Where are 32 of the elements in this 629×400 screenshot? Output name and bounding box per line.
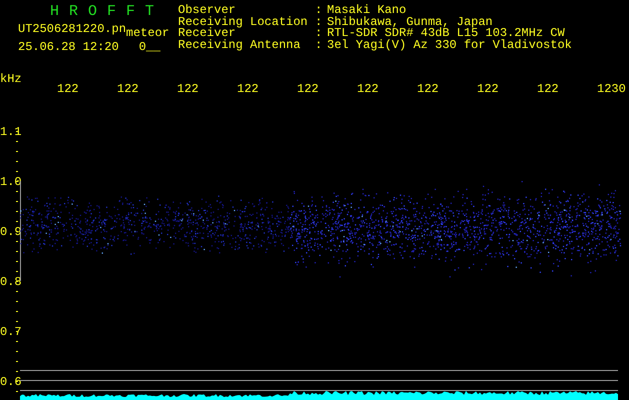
frequency-label: 122 [357, 82, 379, 96]
file-name: UT2506281220.pn [18, 23, 126, 35]
frequency-label: 122 [477, 82, 499, 96]
info-value: Masaki Kano [327, 5, 408, 16]
frequency-label: 1230 [597, 82, 626, 96]
frequency-label: 122 [177, 82, 199, 96]
info-value: RTL-SDR SDR# 43dB L15 103.2MHz CW [327, 28, 565, 40]
detection-count: 0__ [138, 41, 160, 53]
axis-value-label: 1.1 [0, 125, 22, 139]
frequency-label: 122 [237, 82, 259, 96]
mode-label: meteor [126, 27, 170, 39]
timestamp: 25.06.28 12:20 [18, 41, 119, 53]
frequency-label: 122 [537, 82, 559, 96]
axis-unit: kHz [0, 72, 22, 86]
info-separator: : [315, 5, 324, 16]
frequency-label: 122 [117, 82, 139, 96]
frequency-label: 122 [57, 82, 79, 96]
frequency-label: 122 [297, 82, 319, 96]
info-separator: : [315, 28, 324, 40]
axis-value-label: 0.7 [0, 325, 22, 339]
frequency-label: 122 [417, 82, 439, 96]
info-value: 3el Yagi(V) Az 330 for Vladivostok [327, 40, 572, 51]
app-title: H R O F F T [49, 4, 156, 20]
info-label: Observer [178, 5, 236, 16]
axis-value-label: 0.6 [0, 375, 22, 389]
info-label: Receiving Antenna [178, 40, 302, 51]
info-label: Receiving Location [178, 16, 309, 28]
axis-value-label: 1.0 [0, 175, 22, 189]
info-separator: : [315, 16, 324, 28]
info-separator: : [315, 40, 324, 51]
info-label: Receiver [178, 28, 236, 40]
info-value: Shibukawa, Gunma, Japan [327, 16, 493, 28]
